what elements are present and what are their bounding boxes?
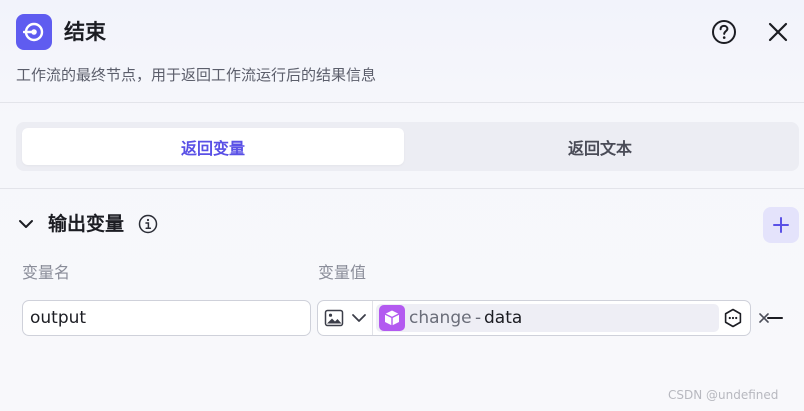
reference-node-name: change bbox=[409, 308, 472, 328]
reference-variable-name: data bbox=[484, 308, 523, 328]
page-title: 结束 bbox=[64, 20, 106, 44]
plus-icon bbox=[773, 217, 789, 233]
value-type-select[interactable] bbox=[318, 301, 373, 335]
reference-separator: - bbox=[475, 308, 482, 328]
close-icon[interactable] bbox=[766, 20, 790, 44]
variable-value-field: change - data bbox=[317, 300, 769, 336]
output-mode-tabs: 返回变量 返回文本 bbox=[16, 122, 799, 171]
watermark: CSDN @undefined bbox=[668, 388, 779, 402]
cube-icon bbox=[379, 305, 405, 331]
chevron-down-icon bbox=[352, 314, 366, 322]
column-label-value: 变量值 bbox=[318, 263, 367, 282]
tab-return-text[interactable]: 返回文本 bbox=[409, 128, 791, 165]
variable-name-input[interactable] bbox=[22, 300, 311, 336]
divider bbox=[0, 188, 804, 189]
end-node-icon bbox=[16, 14, 52, 50]
chevron-down-icon[interactable] bbox=[16, 214, 36, 234]
add-variable-button[interactable] bbox=[763, 207, 799, 243]
minus-icon[interactable] bbox=[766, 308, 784, 328]
panel-header: 结束 工作流的最终节点，用于返回工作流运行后的结果信息 bbox=[0, 0, 804, 103]
variable-reference-chip[interactable]: change - data bbox=[376, 304, 769, 332]
info-circle-icon[interactable] bbox=[138, 214, 158, 234]
column-label-name: 变量名 bbox=[22, 263, 71, 282]
node-config-panel: 结束 工作流的最终节点，用于返回工作流运行后的结果信息 返回变量 返回文本 输出… bbox=[0, 0, 804, 411]
variable-picker-icon[interactable] bbox=[723, 308, 743, 328]
question-circle-icon[interactable] bbox=[711, 19, 737, 45]
image-icon bbox=[324, 309, 344, 327]
tab-return-variables[interactable]: 返回变量 bbox=[22, 128, 404, 165]
section-title: 输出变量 bbox=[48, 213, 125, 235]
node-description: 工作流的最终节点，用于返回工作流运行后的结果信息 bbox=[16, 66, 377, 84]
